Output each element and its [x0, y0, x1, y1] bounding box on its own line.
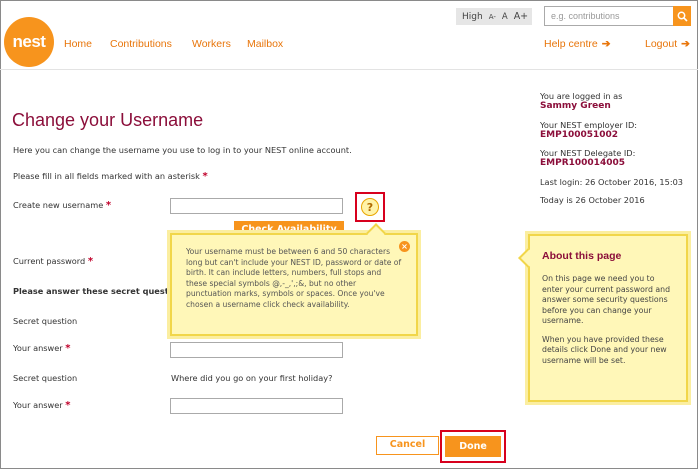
- answer-2-input[interactable]: [170, 398, 343, 414]
- help-centre-label: Help centre: [544, 38, 598, 50]
- arrow-right-icon: ➔: [601, 38, 611, 50]
- delegate-id-label: Your NEST Delegate ID:: [540, 148, 636, 158]
- about-this-page-panel: About this page On this page we need you…: [518, 234, 688, 402]
- nest-logo[interactable]: nest: [4, 17, 54, 67]
- label-text: Current password: [13, 256, 86, 266]
- text-size-label: High: [462, 11, 483, 22]
- answer-2-label: Your answer *: [13, 400, 71, 411]
- secret-question-2-text: Where did you go on your first holiday?: [171, 373, 333, 383]
- done-highlight: Done: [440, 430, 506, 463]
- label-text: Create new username: [13, 200, 104, 210]
- about-paragraph-1: On this page we need you to enter your c…: [542, 274, 671, 325]
- secret-question-1-label: Secret question: [13, 316, 78, 326]
- asterisk: *: [65, 400, 71, 411]
- employer-id: EMP100051002: [540, 130, 619, 140]
- answer-1-input[interactable]: [170, 342, 343, 358]
- about-title: About this page: [542, 250, 622, 262]
- help-icon[interactable]: ?: [361, 198, 379, 216]
- arrow-right-icon: ➔: [681, 38, 690, 50]
- employer-id-label: Your NEST employer ID:: [540, 120, 638, 130]
- answer-1-label: Your answer *: [13, 343, 71, 354]
- text-size-medium[interactable]: A: [502, 12, 508, 22]
- logo-text: nest: [12, 32, 46, 51]
- about-paragraph-2: When you have provided these details cli…: [542, 334, 667, 365]
- tooltip-text: Your username must be between 6 and 50 c…: [186, 247, 402, 309]
- delegate-id: EMPR100014005: [540, 158, 625, 168]
- logout-label: Logout: [645, 38, 678, 50]
- asterisk: *: [202, 171, 208, 182]
- header-divider: [0, 69, 698, 70]
- help-highlight: ?: [355, 192, 385, 222]
- new-username-label: Create new username *: [13, 200, 111, 211]
- page-title: Change your Username: [12, 110, 204, 130]
- new-username-input[interactable]: [170, 198, 343, 214]
- nav-contributions[interactable]: Contributions: [110, 38, 172, 50]
- secret-questions-heading: Please answer these secret questions.: [13, 286, 191, 296]
- text-size-small[interactable]: A-: [489, 13, 496, 21]
- text-size-large[interactable]: A+: [514, 11, 528, 22]
- label-text: Your answer: [13, 400, 63, 410]
- logged-in-label: You are logged in as: [540, 91, 623, 101]
- text-size-control: High A- A A+: [456, 8, 532, 25]
- search-icon: [677, 11, 688, 22]
- required-note: Please fill in all fields marked with an…: [13, 171, 208, 182]
- search-button[interactable]: [673, 6, 691, 26]
- nav-mailbox[interactable]: Mailbox: [247, 38, 283, 50]
- intro-text: Here you can change the username you use…: [13, 145, 352, 155]
- asterisk: *: [105, 200, 112, 211]
- nav-home[interactable]: Home: [64, 38, 92, 50]
- label-text: Your answer: [13, 343, 63, 353]
- last-login: Last login: 26 October 2016, 15:03: [540, 177, 683, 187]
- nav-workers[interactable]: Workers: [192, 38, 231, 50]
- required-note-text: Please fill in all fields marked with an…: [13, 171, 200, 181]
- search-input[interactable]: e.g. contributions: [544, 6, 674, 26]
- asterisk: *: [65, 343, 71, 354]
- search-placeholder: e.g. contributions: [551, 11, 620, 21]
- username-help-tooltip: × Your username must be between 6 and 50…: [170, 223, 418, 336]
- user-name: Sammy Green: [540, 101, 611, 111]
- help-centre-link[interactable]: Help centre ➔: [544, 38, 611, 50]
- done-button[interactable]: Done: [445, 436, 501, 457]
- asterisk: *: [87, 256, 94, 267]
- logout-link[interactable]: Logout ➔: [645, 38, 690, 50]
- today-date: Today is 26 October 2016: [540, 195, 645, 205]
- cancel-button[interactable]: Cancel: [376, 436, 439, 455]
- secret-question-2-label: Secret question: [13, 373, 78, 383]
- current-password-label: Current password *: [13, 256, 93, 267]
